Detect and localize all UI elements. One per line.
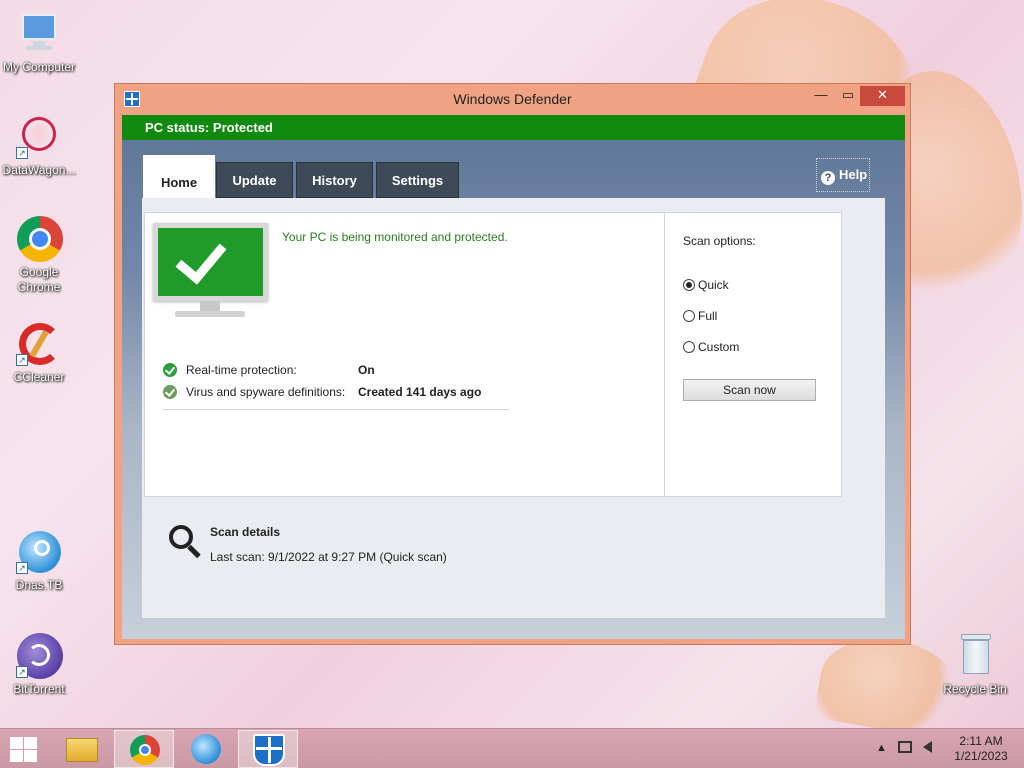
window-client-area: PC status: Protected Home Update History… (122, 115, 905, 639)
magnifier-icon (169, 525, 203, 559)
clock-date: 1/21/2023 (954, 749, 1008, 763)
desktop-icon-my-computer[interactable]: My Computer (0, 10, 78, 75)
desktop-icon-datawagon[interactable]: ↗ DataWagon... (0, 113, 78, 178)
status-label: Real-time protection: (186, 363, 297, 377)
radio-label: Custom (698, 340, 740, 354)
scan-options-label: Scan options: (683, 234, 756, 248)
desktop-icon-google-chrome[interactable]: Google Chrome (0, 215, 78, 295)
desktop-icon-recycle-bin[interactable]: Recycle Bin (936, 632, 1014, 697)
scan-details-title: Scan details (210, 525, 281, 539)
bittorrent-logo-icon: ↗ (16, 632, 63, 679)
recycle-bin-icon (952, 632, 998, 678)
desktop-icon-label: BitTorrent (13, 682, 65, 696)
system-tray: ▲ (876, 741, 933, 754)
desktop-icon-label: Recycle Bin (943, 682, 1007, 696)
minimize-button[interactable]: — (809, 86, 833, 106)
help-question-icon: ? (821, 171, 835, 185)
scan-now-button[interactable]: Scan now (683, 379, 816, 401)
desktop-icon-label: DataWagon... (2, 163, 76, 177)
shortcut-arrow-icon: ↗ (16, 562, 28, 574)
help-label: Help (839, 167, 868, 182)
computer-icon (16, 10, 62, 56)
desktop-icon-bittorrent[interactable]: ↗ BitTorrent (0, 632, 78, 697)
tab-settings[interactable]: Settings (376, 162, 459, 198)
shortcut-arrow-icon: ↗ (16, 354, 28, 366)
desktop-icon-label: Dnas.TB (15, 578, 63, 592)
desktop-icon-dnas-tb[interactable]: ↗ Dnas.TB (0, 528, 78, 593)
check-circle-icon (163, 363, 177, 377)
shortcut-arrow-icon: ↗ (16, 147, 28, 159)
volume-icon[interactable] (923, 741, 933, 753)
dnas-logo-icon (191, 734, 221, 764)
taskbar-clock[interactable]: 2:11 AM 1/21/2023 (946, 734, 1016, 764)
window-title: Windows Defender (453, 91, 572, 107)
status-label: Virus and spyware definitions: (186, 385, 346, 399)
radio-label: Full (698, 309, 718, 323)
network-icon[interactable] (897, 741, 912, 753)
tab-home[interactable]: Home (143, 155, 215, 199)
protected-monitor-icon (153, 223, 268, 323)
maximize-button[interactable]: ▭ (836, 86, 860, 106)
tab-history[interactable]: History (296, 162, 373, 198)
shortcut-arrow-icon: ↗ (16, 666, 28, 678)
windows-defender-window: Windows Defender — ▭ ✕ PC status: Protec… (114, 83, 911, 645)
status-panel: Your PC is being monitored and protected… (144, 212, 842, 497)
last-scan-text: Last scan: 9/1/2022 at 9:27 PM (Quick sc… (210, 550, 447, 564)
help-menu-button[interactable]: ?Help ▾ (816, 158, 870, 214)
refresh-check-icon (163, 385, 177, 399)
close-button[interactable]: ✕ (860, 86, 905, 106)
show-hidden-icons-arrow[interactable]: ▲ (876, 742, 887, 754)
protection-status-section: Your PC is being monitored and protected… (145, 213, 664, 496)
scan-options-section: Scan options: Quick Full Custom Scan now (664, 213, 842, 496)
status-value: On (358, 363, 375, 377)
taskbar: ▲ 2:11 AM 1/21/2023 (0, 728, 1024, 768)
chrome-logo-icon (16, 215, 63, 262)
ccleaner-logo-icon: ↗ (16, 320, 62, 366)
desktop-icon-label: Google Chrome (17, 265, 61, 294)
start-button[interactable] (8, 735, 38, 763)
tab-update[interactable]: Update (216, 162, 293, 198)
windows-logo-icon (10, 737, 23, 749)
windows-logo-icon (10, 750, 23, 762)
radio-dot[interactable] (683, 341, 695, 353)
windows-logo-icon (24, 750, 37, 762)
radio-dot[interactable] (683, 310, 695, 322)
desktop-icon-ccleaner[interactable]: ↗ CCleaner (0, 320, 78, 385)
pc-status-bar: PC status: Protected (122, 115, 905, 140)
title-bar[interactable]: Windows Defender — ▭ ✕ (115, 84, 910, 114)
folder-icon (66, 738, 98, 762)
desktop-icon-label: CCleaner (13, 370, 65, 384)
taskbar-chrome[interactable] (114, 730, 174, 768)
taskbar-windows-defender[interactable] (238, 730, 298, 768)
divider (163, 409, 509, 410)
radio-label: Quick (698, 278, 729, 292)
status-value: Created 141 days ago (358, 385, 482, 399)
protection-message: Your PC is being monitored and protected… (282, 230, 508, 244)
radio-dot[interactable] (683, 279, 695, 291)
taskbar-file-explorer[interactable] (52, 730, 112, 768)
taskbar-dnas[interactable] (176, 730, 236, 768)
datawagon-logo-icon: ↗ (16, 113, 62, 159)
dnas-logo-icon: ↗ (16, 528, 62, 574)
clock-time: 2:11 AM (959, 734, 1003, 748)
desktop-icon-label: My Computer (2, 60, 76, 74)
windows-logo-icon (24, 737, 37, 749)
